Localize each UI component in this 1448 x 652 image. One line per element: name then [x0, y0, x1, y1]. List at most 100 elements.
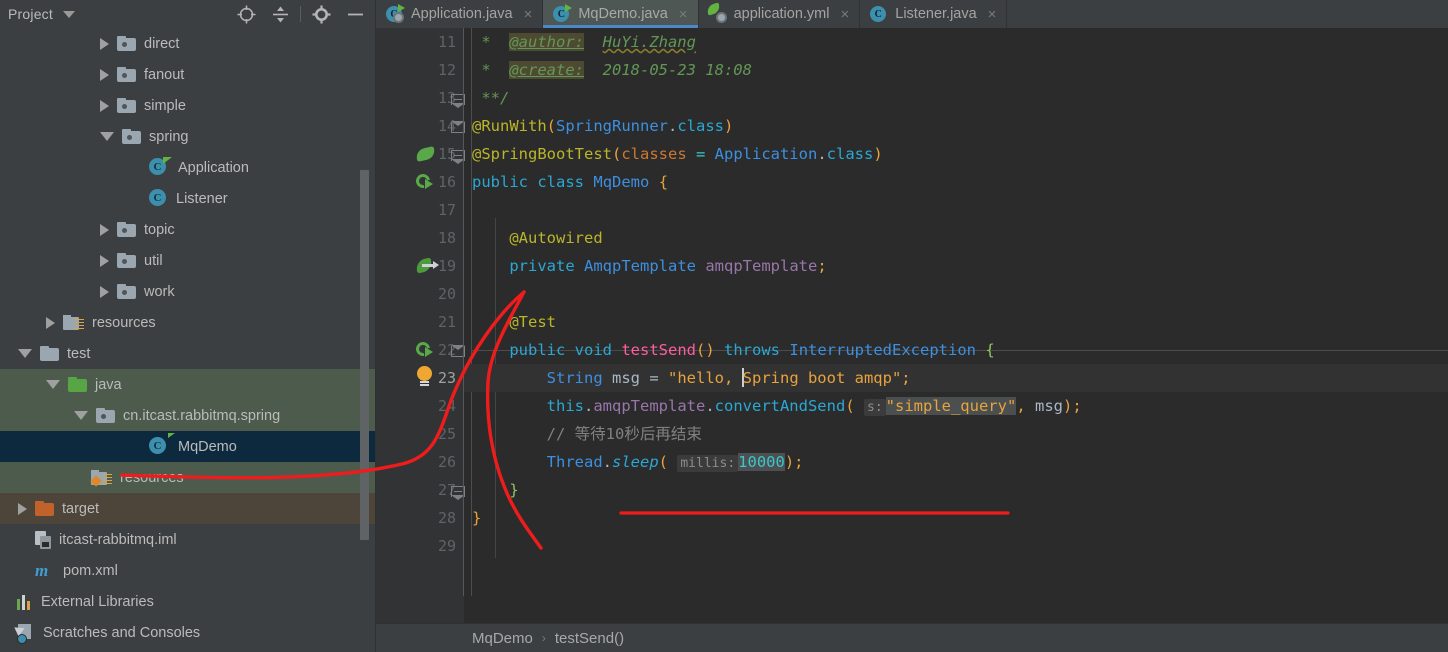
tree-item-spring[interactable]: spring [0, 121, 376, 152]
test-class-icon: C [149, 433, 175, 456]
tree-item-target[interactable]: target [0, 493, 376, 524]
run-test-gutter-icon[interactable] [413, 171, 436, 191]
tree-item-application[interactable]: C Application [0, 152, 376, 183]
tree-item-resources[interactable]: resources [0, 307, 376, 338]
gutter-row-19[interactable]: 19 [376, 252, 464, 280]
collapse-arrow-icon[interactable] [18, 349, 32, 358]
gutter-row-13[interactable]: 13 [376, 84, 465, 112]
folder-icon [96, 408, 115, 423]
gutter-row-27[interactable]: 27 [376, 476, 465, 504]
tab-label: MqDemo.java [578, 6, 668, 22]
expand-arrow-icon[interactable] [18, 502, 27, 515]
tree-item-fanout[interactable]: fanout [0, 59, 376, 90]
javadoc-end: **/ [481, 89, 510, 107]
tree-item-label: spring [149, 128, 189, 145]
tree-item-label: resources [92, 314, 156, 331]
type-application: Application [714, 145, 818, 163]
gutter-row-11[interactable]: 11 [376, 28, 464, 56]
close-icon[interactable]: × [988, 7, 997, 22]
tree-item-scratches-and-consoles[interactable]: Scratches and Consoles [0, 617, 376, 648]
expand-arrow-icon[interactable] [100, 254, 109, 267]
expand-arrow-icon[interactable] [100, 37, 109, 50]
locate-icon[interactable] [229, 0, 263, 28]
tab-application-yml[interactable]: application.yml × [699, 0, 861, 28]
expand-arrow-icon[interactable] [100, 68, 109, 81]
gutter-row-29[interactable]: 29 [376, 532, 464, 560]
tab-mqdemo-java[interactable]: C MqDemo.java × [543, 0, 699, 28]
tree-item-label: fanout [144, 66, 185, 83]
gutter-row-25[interactable]: 25 [376, 420, 464, 448]
code-line-12: * @create: 2018-05-23 18:08 [472, 61, 752, 79]
tree-item-external-libraries[interactable]: External Libraries [0, 586, 376, 617]
close-icon[interactable]: × [679, 7, 688, 22]
spring-class-icon: C [386, 4, 405, 23]
gutter-row-16[interactable]: 16 [376, 168, 464, 196]
tree-item-direct[interactable]: direct [0, 28, 376, 59]
gutter-row-22[interactable]: 22 [376, 336, 465, 364]
tree-item-pom-xml[interactable]: m pom.xml [0, 555, 376, 586]
tree-item-resources[interactable]: resources [0, 462, 376, 493]
collapse-arrow-icon[interactable] [100, 132, 114, 141]
spring-autowire-gutter-icon[interactable] [414, 257, 439, 275]
tab-application-java[interactable]: C Application.java × [376, 0, 544, 28]
project-tree[interactable]: direct fanout simple spring C Application C Lis… [0, 28, 376, 652]
code-editor[interactable]: 11 12 13 14 15 16 17 18 19 20 21 22 23 24 25 26 27 28 29 *… [376, 28, 1448, 624]
collapse-arrow-icon[interactable] [74, 411, 88, 420]
code-line-24: this.amqpTemplate.convertAndSend( s: "sim… [546, 397, 1082, 416]
project-tool-window: Project direct fanout simple spring C Ap… [0, 0, 376, 652]
gutter-row-26[interactable]: 26 [376, 448, 464, 476]
intention-bulb-icon[interactable] [416, 366, 434, 390]
tree-item-simple[interactable]: simple [0, 90, 376, 121]
expand-arrow-icon[interactable] [100, 285, 109, 298]
gutter-row-17[interactable]: 17 [376, 196, 464, 224]
breadcrumb: MqDemo › testSend() [376, 624, 1448, 652]
gutter-row-12[interactable]: 12 [376, 56, 464, 84]
tree-item-mqdemo[interactable]: C MqDemo [0, 431, 376, 462]
code-line-15: @SpringBootTest(classes = Application.cl… [472, 145, 883, 163]
chevron-down-icon[interactable] [62, 10, 75, 18]
breadcrumb-item-class[interactable]: MqDemo [472, 630, 533, 647]
gutter-row-24[interactable]: 24 [376, 392, 464, 420]
gutter-row-18[interactable]: 18 [376, 224, 464, 252]
gutter-row-20[interactable]: 20 [376, 280, 464, 308]
expand-arrow-icon[interactable] [46, 316, 55, 329]
tab-listener-java[interactable]: C Listener.java × [860, 0, 1008, 28]
run-test-method-gutter-icon[interactable] [413, 339, 436, 359]
gutter-row-28[interactable]: 28 [376, 504, 464, 532]
tree-item-topic[interactable]: topic [0, 214, 376, 245]
line-number: 12 [437, 61, 456, 79]
project-tree-scrollbar[interactable] [360, 170, 369, 540]
breadcrumb-item-method[interactable]: testSend() [555, 630, 624, 647]
tree-item-util[interactable]: util [0, 245, 376, 276]
collapse-arrow-icon[interactable] [46, 380, 60, 389]
gutter-row-15[interactable]: 15 [376, 140, 465, 168]
tree-item-label: pom.xml [63, 562, 118, 579]
code-content[interactable]: * @author: HuYi.Zhang * @create: 2018-05… [464, 28, 1448, 624]
editor-gutter[interactable]: 11 12 13 14 15 16 17 18 19 20 21 22 23 24 25 26 27 28 29 [376, 28, 465, 624]
collapse-all-icon[interactable] [263, 0, 297, 28]
gutter-row-21[interactable]: 21 [376, 308, 464, 336]
tree-item-itcast-rabbitmq-iml[interactable]: itcast-rabbitmq.iml [0, 524, 376, 555]
external-libraries-icon [17, 594, 33, 610]
tree-item-label: External Libraries [41, 593, 154, 610]
tree-item-cn-itcast-rabbitmq-spring[interactable]: cn.itcast.rabbitmq.spring [0, 400, 376, 431]
gutter-row-23[interactable]: 23 [376, 364, 464, 392]
tree-item-test[interactable]: test [0, 338, 376, 369]
close-icon[interactable]: × [840, 7, 849, 22]
tree-item-label: Listener [176, 190, 228, 207]
gutter-row-14[interactable]: 14 [376, 112, 465, 140]
spring-bean-gutter-icon[interactable] [414, 145, 437, 163]
gear-icon[interactable] [304, 0, 338, 28]
tree-item-label: java [95, 376, 122, 393]
test-class-icon: C [553, 4, 573, 23]
expand-arrow-icon[interactable] [100, 99, 109, 112]
expand-arrow-icon[interactable] [100, 223, 109, 236]
resources-folder-icon [63, 314, 84, 331]
tree-item-java[interactable]: java [0, 369, 376, 400]
annotation-test: @Test [509, 313, 556, 331]
tree-item-listener[interactable]: C Listener [0, 183, 376, 214]
tree-item-work[interactable]: work [0, 276, 376, 307]
hide-panel-icon[interactable] [338, 0, 372, 28]
close-icon[interactable]: × [524, 7, 533, 22]
folder-icon [122, 129, 141, 144]
